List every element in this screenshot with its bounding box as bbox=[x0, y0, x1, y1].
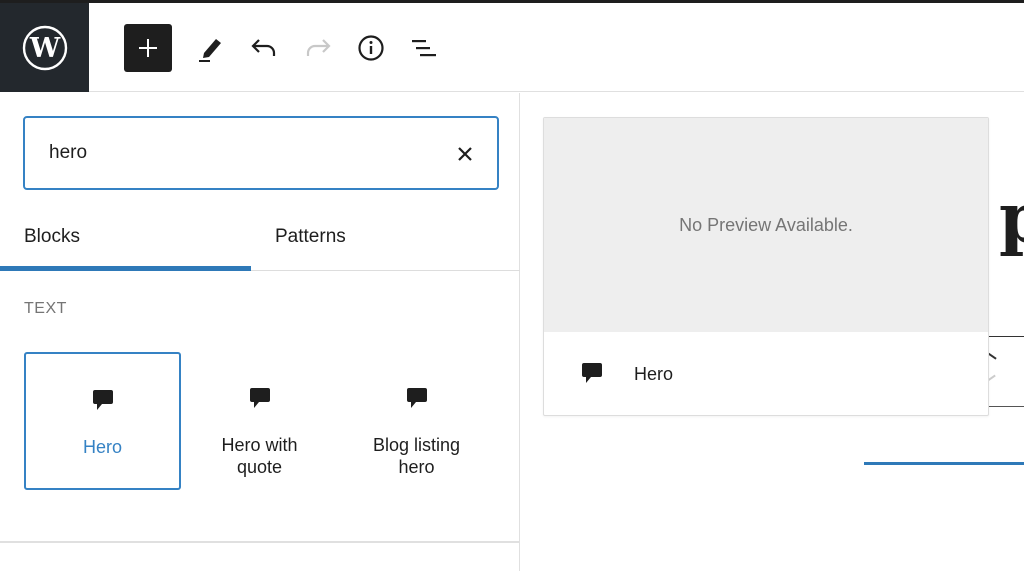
inserter-tabs: Blocks Patterns bbox=[0, 213, 520, 271]
plus-icon bbox=[139, 39, 157, 57]
speech-bubble-icon bbox=[406, 388, 427, 408]
block-item-label: Hero bbox=[82, 437, 122, 457]
canvas-partial-heading: p bbox=[999, 179, 1024, 259]
block-inserter-panel: Blocks Patterns TEXT Hero Hero with quot… bbox=[0, 93, 520, 571]
list-view-icon bbox=[412, 40, 436, 57]
redo-button[interactable] bbox=[300, 30, 336, 66]
wordpress-logo-button[interactable]: W bbox=[0, 3, 89, 92]
tools-button[interactable] bbox=[192, 28, 228, 68]
preview-block-title: Hero bbox=[634, 363, 674, 384]
tab-patterns[interactable]: Patterns bbox=[275, 213, 346, 271]
info-icon bbox=[358, 35, 384, 61]
wordpress-logo-icon: W bbox=[22, 25, 67, 70]
add-block-button[interactable] bbox=[124, 24, 172, 72]
speech-bubble-icon bbox=[249, 388, 270, 408]
svg-text:W: W bbox=[28, 33, 60, 64]
canvas-border bbox=[988, 406, 1024, 407]
category-heading: TEXT bbox=[24, 300, 67, 317]
list-view-button[interactable] bbox=[406, 30, 442, 66]
preview-block-card: Hero bbox=[544, 332, 988, 415]
pencil-icon bbox=[199, 39, 221, 62]
editor-header: W bbox=[0, 3, 1024, 92]
block-search-input[interactable] bbox=[49, 136, 429, 170]
block-preview-popover: No Preview Available. Hero bbox=[543, 117, 989, 416]
preview-area: No Preview Available. bbox=[544, 118, 988, 332]
block-search bbox=[23, 116, 499, 190]
close-icon bbox=[458, 147, 472, 161]
tab-blocks[interactable]: Blocks bbox=[24, 213, 250, 271]
clear-search-button[interactable] bbox=[451, 140, 479, 168]
insertion-indicator bbox=[864, 462, 1024, 465]
speech-bubble-icon bbox=[581, 361, 603, 387]
undo-button[interactable] bbox=[246, 30, 282, 66]
block-item-label: Blog listing hero bbox=[372, 435, 461, 477]
panel-divider bbox=[0, 541, 520, 543]
redo-icon bbox=[306, 39, 331, 56]
details-button[interactable] bbox=[353, 30, 389, 66]
no-preview-text: No Preview Available. bbox=[679, 214, 853, 235]
block-item-hero[interactable]: Hero bbox=[24, 352, 181, 490]
block-item-blog-listing-hero[interactable]: Blog listing hero bbox=[338, 352, 495, 490]
speech-bubble-icon bbox=[92, 390, 113, 410]
block-item-hero-with-quote[interactable]: Hero with quote bbox=[181, 352, 338, 490]
block-item-label: Hero with quote bbox=[221, 435, 298, 477]
active-tab-indicator bbox=[0, 266, 251, 271]
canvas-border bbox=[988, 336, 1024, 337]
undo-icon bbox=[251, 39, 276, 56]
editor-canvas[interactable]: p No Preview Available. Hero bbox=[521, 93, 1024, 571]
